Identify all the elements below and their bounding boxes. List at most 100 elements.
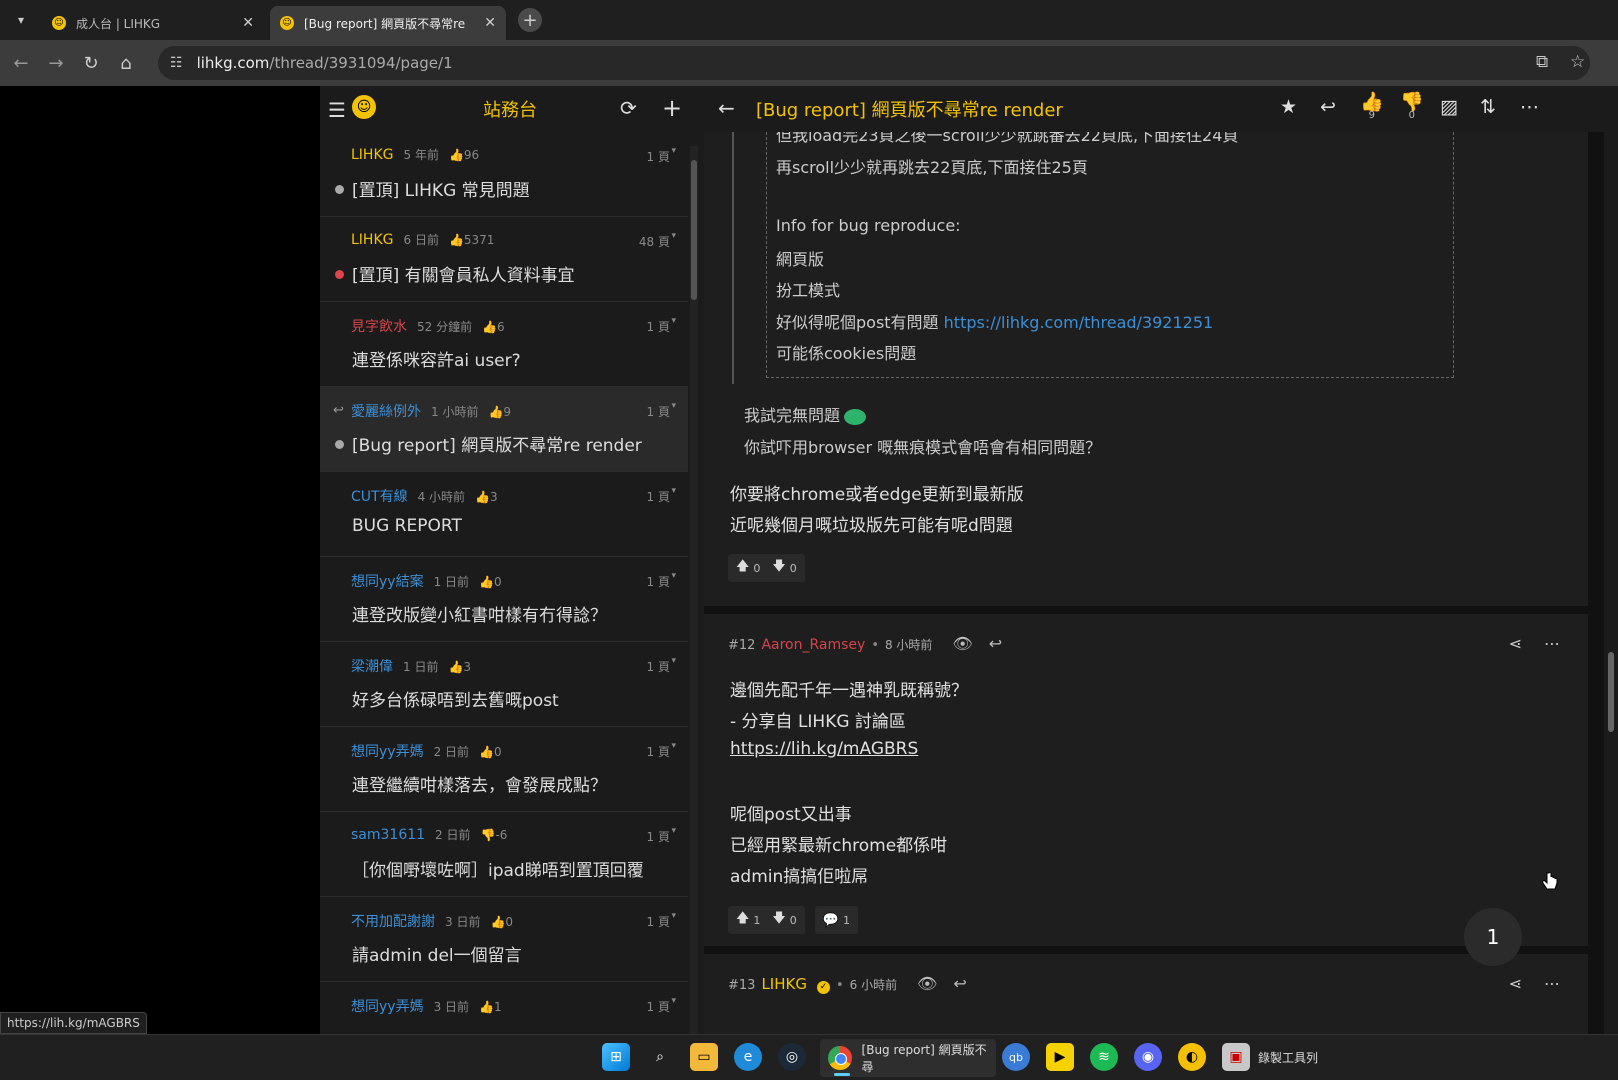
- share-link[interactable]: https://lih.kg/mAGBRS: [730, 739, 918, 759]
- discord-icon[interactable]: ◉: [1134, 1043, 1162, 1071]
- close-icon[interactable]: ✕: [484, 15, 496, 31]
- thread-list-item[interactable]: CUT有線 4 小時前 👍3 1 頁 ▾ BUG REPORT: [320, 472, 688, 557]
- thread-list-item[interactable]: 梁潮偉 1 日前 👍3 1 頁 ▾ 好多台係碌唔到去舊嘅post: [320, 642, 688, 727]
- thread-author[interactable]: CUT有線: [351, 486, 408, 506]
- taskbar-chrome-window[interactable]: [Bug report] 網頁版不尋: [820, 1039, 996, 1077]
- scrollbar-thumb[interactable]: [691, 160, 697, 300]
- thread-author[interactable]: 想同yy弄媽: [351, 996, 424, 1016]
- share-icon[interactable]: ⋖: [1509, 974, 1522, 993]
- more-icon[interactable]: ⋯: [1544, 974, 1560, 993]
- browser-tab-1[interactable]: ☺ 成人台 | LIHKG ✕: [42, 6, 264, 40]
- bookmark-star-icon[interactable]: ☆: [1570, 52, 1585, 72]
- thread-pages[interactable]: 1 頁: [647, 318, 670, 335]
- thread-pages[interactable]: 1 頁: [647, 828, 670, 845]
- thread-list-item[interactable]: LIHKG 6 日前 👍5371 48 頁 ▾ [置頂] 有關會員私人資料事宜: [320, 217, 688, 302]
- file-explorer-icon[interactable]: ▭: [690, 1043, 718, 1071]
- thread-author[interactable]: LIHKG: [351, 147, 394, 163]
- eye-icon[interactable]: 👁: [917, 974, 937, 993]
- address-bar[interactable]: ☷ lihkg.com/thread/3931094/page/1: [158, 46, 1590, 80]
- new-thread-icon[interactable]: +: [662, 94, 682, 122]
- thread-scrollbar[interactable]: [1604, 132, 1618, 1034]
- thread-list-item[interactable]: 想同yy弄媽 3 日前 👍1 1 頁 ▾: [320, 982, 688, 1034]
- caret-down-icon[interactable]: ▾: [671, 401, 676, 411]
- thread-pages[interactable]: 48 頁: [639, 233, 670, 250]
- upvote-button[interactable]: 🡅 0 🡇 0: [728, 554, 805, 582]
- post-author[interactable]: LIHKG: [761, 975, 807, 993]
- edge-icon[interactable]: e: [734, 1043, 762, 1071]
- reply-icon[interactable]: ↩: [1320, 96, 1336, 118]
- caret-down-icon[interactable]: ▾: [671, 656, 676, 666]
- thread-pages[interactable]: 1 頁: [647, 148, 670, 165]
- windows-start-icon[interactable]: ⊞: [602, 1043, 630, 1071]
- thread-pages[interactable]: 1 頁: [647, 403, 670, 420]
- spotify-icon[interactable]: ≋: [1090, 1043, 1118, 1071]
- install-app-icon[interactable]: ⧉: [1536, 52, 1548, 72]
- qbittorrent-icon[interactable]: qb: [1002, 1043, 1030, 1071]
- star-icon[interactable]: ★: [1280, 96, 1297, 118]
- thread-pages[interactable]: 1 頁: [647, 913, 670, 930]
- reload-icon[interactable]: ↻: [80, 52, 102, 74]
- more-icon[interactable]: ⋯: [1520, 96, 1539, 118]
- sort-icon[interactable]: ⇅: [1480, 96, 1496, 118]
- site-info-icon[interactable]: ☷: [170, 55, 183, 71]
- thread-list-item[interactable]: LIHKG 5 年前 👍96 1 頁 ▾ [置頂] LIHKG 常見問題: [320, 132, 688, 217]
- caret-down-icon[interactable]: ▾: [671, 996, 676, 1006]
- reply-icon[interactable]: ↩: [953, 974, 966, 993]
- caret-down-icon[interactable]: ▾: [671, 316, 676, 326]
- thread-pages[interactable]: 1 頁: [647, 658, 670, 675]
- comments-button[interactable]: 💬 1: [814, 906, 858, 934]
- thread-link[interactable]: https://lihkg.com/thread/3921251: [944, 313, 1214, 332]
- thread-pages[interactable]: 1 頁: [647, 998, 670, 1015]
- back-arrow-icon[interactable]: ←: [10, 52, 32, 74]
- caret-down-icon[interactable]: ▾: [671, 911, 676, 921]
- caret-down-icon[interactable]: ▾: [671, 146, 676, 156]
- chat-app-icon[interactable]: ◐: [1178, 1043, 1206, 1071]
- thread-author[interactable]: 想同yy弄媽: [351, 741, 424, 761]
- thread-pages[interactable]: 1 頁: [647, 488, 670, 505]
- caret-down-icon[interactable]: ▾: [671, 741, 676, 751]
- thread-author[interactable]: 見字飲水: [351, 316, 407, 336]
- potplayer-icon[interactable]: ▶: [1046, 1043, 1074, 1071]
- new-tab-button[interactable]: +: [518, 8, 542, 32]
- thread-like-button[interactable]: 👍 9: [1360, 90, 1384, 121]
- thread-dislike-button[interactable]: 👎 0: [1400, 90, 1424, 121]
- home-icon[interactable]: ⌂: [115, 52, 137, 74]
- thread-pages[interactable]: 1 頁: [647, 743, 670, 760]
- thread-author[interactable]: 愛麗絲例外: [351, 401, 421, 421]
- thread-author[interactable]: 想同yy結案: [351, 571, 424, 591]
- scrollbar-thumb[interactable]: [1608, 652, 1614, 732]
- caret-down-icon[interactable]: ▾: [671, 486, 676, 496]
- thread-list-item[interactable]: 想同yy弄媽 2 日前 👍0 1 頁 ▾ 連登繼續咁樣落去，會發展成點？: [320, 727, 688, 812]
- caret-down-icon[interactable]: ▾: [671, 826, 676, 836]
- caret-down-icon[interactable]: ▾: [671, 571, 676, 581]
- thread-list-item[interactable]: 想同yy結案 1 日前 👍0 1 頁 ▾ 連登改版變小紅書咁樣有冇得諗？: [320, 557, 688, 642]
- image-mode-icon[interactable]: ▨: [1440, 96, 1458, 118]
- recording-tool-icon[interactable]: ▣: [1222, 1043, 1250, 1071]
- more-icon[interactable]: ⋯: [1544, 634, 1560, 653]
- eye-icon[interactable]: 👁: [952, 634, 972, 653]
- hamburger-menu-icon[interactable]: ☰: [328, 98, 346, 122]
- thread-list-item[interactable]: ↩ 愛麗絲例外 1 小時前 👍9 1 頁 ▾ [Bug report] 網頁版不尋…: [320, 387, 688, 472]
- thread-list-item[interactable]: 不用加配謝謝 3 日前 👍0 1 頁 ▾ 請admin del一個留言: [320, 897, 688, 982]
- thread-list-item[interactable]: 見字飲水 52 分鐘前 👍6 1 頁 ▾ 連登係咪容許ai user?: [320, 302, 688, 387]
- thread-author[interactable]: sam31611: [351, 827, 425, 843]
- thread-author[interactable]: LIHKG: [351, 232, 394, 248]
- post-author[interactable]: Aaron_Ramsey: [761, 637, 865, 653]
- thread-list-item[interactable]: sam31611 2 日前 👎-6 1 頁 ▾ ［你個嘢壞咗啊］ipad睇唔到置頂…: [320, 812, 688, 897]
- share-icon[interactable]: ⋖: [1509, 634, 1522, 653]
- close-icon[interactable]: ✕: [242, 15, 254, 31]
- page-number-button[interactable]: 1: [1464, 908, 1522, 966]
- forward-arrow-icon[interactable]: →: [45, 52, 67, 74]
- refresh-icon[interactable]: ⟳: [620, 96, 637, 120]
- browser-tab-2[interactable]: ☺ [Bug report] 網頁版不尋常re ✕: [270, 6, 506, 40]
- back-arrow-icon[interactable]: ←: [718, 96, 735, 120]
- steam-icon[interactable]: ◎: [778, 1043, 806, 1071]
- thread-author[interactable]: 梁潮偉: [351, 656, 393, 676]
- category-title[interactable]: 站務台: [450, 96, 570, 122]
- caret-down-icon[interactable]: ▾: [671, 231, 676, 241]
- lihkg-logo-icon[interactable]: ☺: [352, 95, 376, 119]
- thread-author[interactable]: 不用加配謝謝: [351, 911, 435, 931]
- upvote-button[interactable]: 🡅 1 🡇 0: [728, 906, 805, 934]
- thread-pages[interactable]: 1 頁: [647, 573, 670, 590]
- search-icon[interactable]: ⌕: [646, 1043, 674, 1071]
